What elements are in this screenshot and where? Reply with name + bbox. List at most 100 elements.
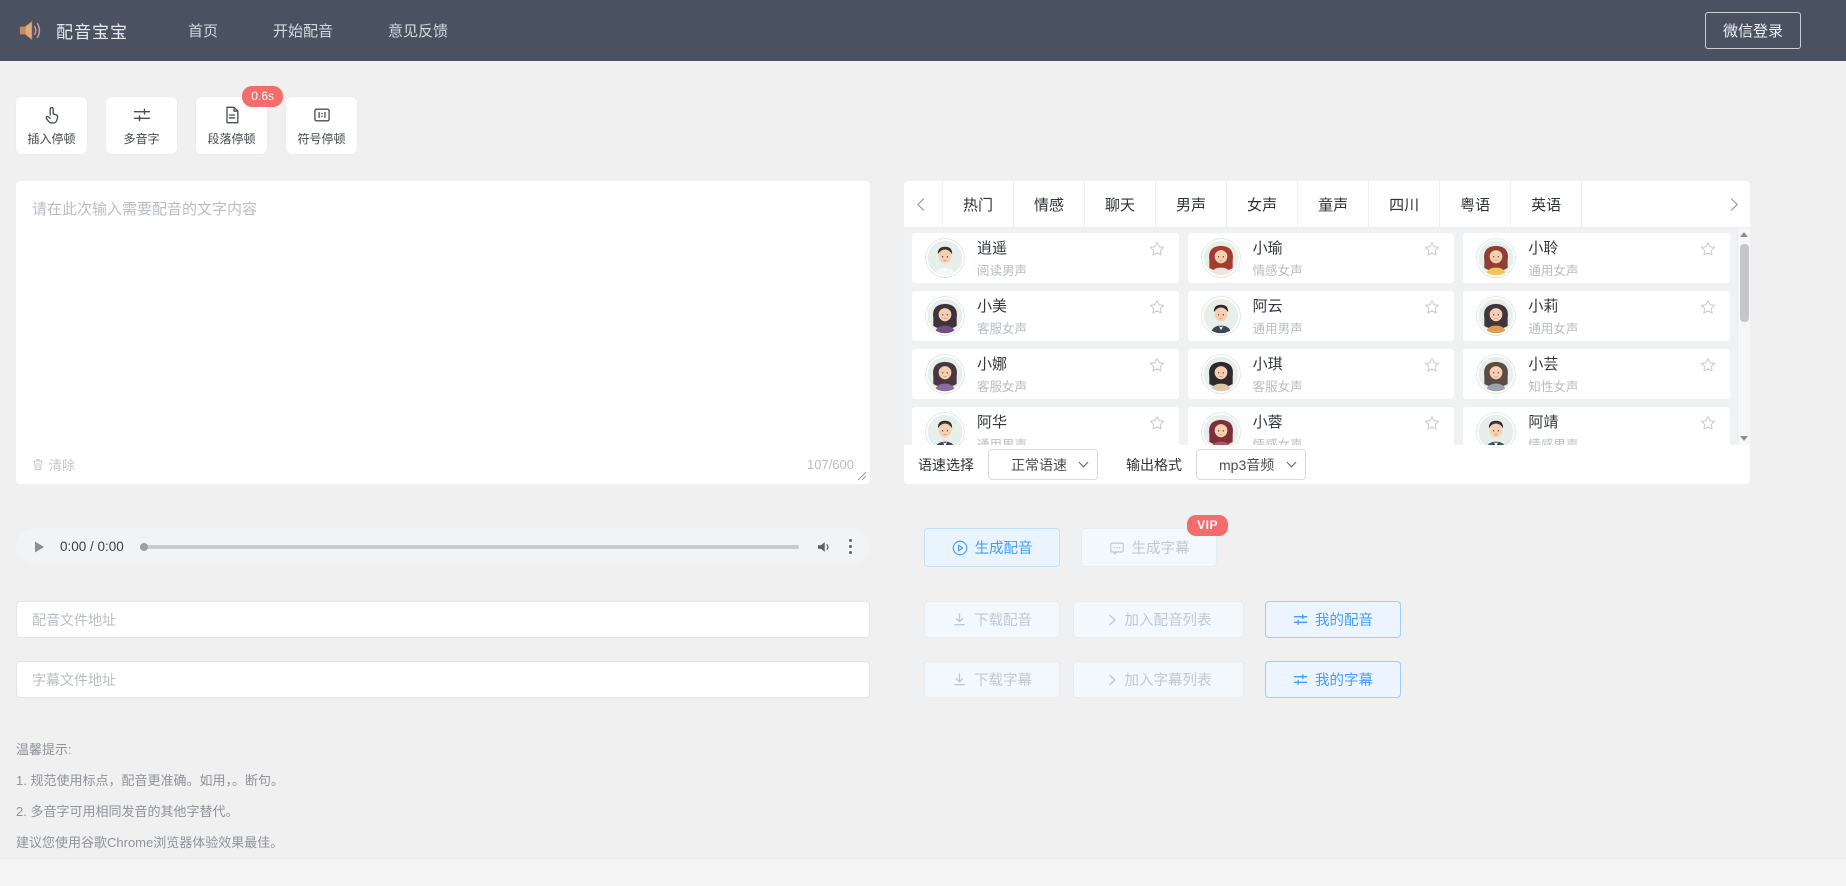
voice-card-1[interactable]: 小瑜 情感女声 <box>1188 233 1455 283</box>
voice-card-3[interactable]: 小美 客服女声 <box>912 291 1179 341</box>
toolbar-button-2[interactable]: 0.6s 段落停顿 <box>196 97 267 154</box>
voice-name: 小琪 <box>1253 353 1303 374</box>
voice-card-6[interactable]: 小娜 客服女声 <box>912 349 1179 399</box>
play-circle-icon <box>952 540 968 556</box>
voice-type: 通用女声 <box>1528 260 1578 279</box>
voice-card-4[interactable]: 阿云 通用男声 <box>1188 291 1455 341</box>
voice-tab-8[interactable]: 英语 <box>1511 181 1582 227</box>
my-subtitle-button[interactable]: 我的字幕 <box>1265 661 1401 698</box>
voice-card-10[interactable]: 小蓉 情感女声 <box>1188 407 1455 445</box>
voice-card-8[interactable]: 小芸 知性女声 <box>1463 349 1730 399</box>
voice-card-5[interactable]: 小莉 通用女声 <box>1463 291 1730 341</box>
vip-badge: VIP <box>1187 515 1228 536</box>
voice-list-scrollbar[interactable] <box>1737 228 1750 445</box>
nav-link-1[interactable]: 开始配音 <box>273 20 333 41</box>
toolbar-button-label: 多音字 <box>123 130 159 147</box>
add-to-subtitle-list-button[interactable]: 加入字幕列表 <box>1073 661 1244 698</box>
favorite-star-icon[interactable] <box>1699 298 1717 316</box>
scroll-up-icon[interactable] <box>1738 228 1751 241</box>
volume-icon[interactable] <box>815 538 833 556</box>
voice-type: 通用男声 <box>977 434 1027 445</box>
subtitle-url-input[interactable] <box>16 661 870 698</box>
voice-tab-4[interactable]: 女声 <box>1227 181 1298 227</box>
document-icon <box>222 105 242 125</box>
voice-name: 阿华 <box>977 411 1027 432</box>
speed-label: 语速选择 <box>918 455 974 475</box>
play-icon[interactable] <box>32 540 46 554</box>
voice-tab-2[interactable]: 聊天 <box>1085 181 1156 227</box>
dubbing-text-input[interactable] <box>16 181 870 433</box>
voice-card-2[interactable]: 小聆 通用女声 <box>1463 233 1730 283</box>
char-counter: 107/600 <box>807 457 854 472</box>
favorite-star-icon[interactable] <box>1148 414 1166 432</box>
tabs-scroll-left-icon[interactable] <box>904 181 942 227</box>
voice-name: 阿云 <box>1253 295 1303 316</box>
scroll-down-icon[interactable] <box>1738 432 1751 445</box>
tip-line-0: 1. 规范使用标点，配音更准确。如用，。断句。 <box>16 770 1846 789</box>
duration-badge: 0.6s <box>242 86 283 107</box>
favorite-star-icon[interactable] <box>1148 240 1166 258</box>
generate-audio-button[interactable]: 生成配音 <box>924 528 1060 567</box>
voice-tab-1[interactable]: 情感 <box>1014 181 1085 227</box>
toolbar-button-3[interactable]: 符号停顿 <box>286 97 357 154</box>
add-to-audio-list-button[interactable]: 加入配音列表 <box>1073 601 1244 638</box>
subtitle-bubble-icon <box>1109 540 1125 556</box>
tips-section: 温馨提示: 1. 规范使用标点，配音更准确。如用，。断句。2. 多音字可用相同发… <box>16 739 1846 851</box>
toolbar-button-0[interactable]: 插入停顿 <box>16 97 87 154</box>
resize-handle[interactable] <box>857 471 867 481</box>
favorite-star-icon[interactable] <box>1148 298 1166 316</box>
favorite-star-icon[interactable] <box>1699 356 1717 374</box>
voice-tab-3[interactable]: 男声 <box>1156 181 1227 227</box>
voice-tab-7[interactable]: 粤语 <box>1440 181 1511 227</box>
wechat-login-button[interactable]: 微信登录 <box>1705 12 1801 49</box>
speed-select[interactable]: 正常语速 <box>988 449 1098 480</box>
format-select[interactable]: mp3音频 <box>1196 449 1306 480</box>
toolbar-button-label: 符号停顿 <box>297 130 345 147</box>
footer <box>0 858 1846 886</box>
download-audio-button[interactable]: 下载配音 <box>924 601 1060 638</box>
tabs-scroll-right-icon[interactable] <box>1712 181 1750 227</box>
voice-tab-5[interactable]: 童声 <box>1298 181 1369 227</box>
voice-avatar <box>1476 412 1516 445</box>
voice-tab-6[interactable]: 四川 <box>1369 181 1440 227</box>
player-seekbar[interactable] <box>140 545 799 549</box>
trash-icon <box>32 458 44 471</box>
audio-player: 0:00 / 0:00 <box>16 528 870 565</box>
voice-list: 逍遥 阅读男声 小瑜 情感女声 小聆 通用女声 <box>904 228 1750 445</box>
toolbar-button-label: 段落停顿 <box>207 130 255 147</box>
voice-name: 小美 <box>977 295 1027 316</box>
voice-card-11[interactable]: 阿靖 情感男声 <box>1463 407 1730 445</box>
voice-avatar <box>1476 354 1516 394</box>
favorite-star-icon[interactable] <box>1699 240 1717 258</box>
player-menu-icon[interactable] <box>847 537 855 557</box>
voice-tab-0[interactable]: 热门 <box>942 181 1014 227</box>
voice-card-0[interactable]: 逍遥 阅读男声 <box>912 233 1179 283</box>
voice-type: 客服女声 <box>977 318 1027 337</box>
nav-link-0[interactable]: 首页 <box>188 20 218 41</box>
toolbar-button-1[interactable]: 多音字 <box>106 97 177 154</box>
voice-type: 情感女声 <box>1253 434 1303 445</box>
my-audio-button[interactable]: 我的配音 <box>1265 601 1401 638</box>
download-subtitle-button[interactable]: 下载字幕 <box>924 661 1060 698</box>
voice-card-7[interactable]: 小琪 客服女声 <box>1188 349 1455 399</box>
voice-avatar <box>925 412 965 445</box>
text-editor-panel: 清除 107/600 <box>16 181 870 484</box>
sliders-icon <box>132 105 152 125</box>
favorite-star-icon[interactable] <box>1148 356 1166 374</box>
favorite-star-icon[interactable] <box>1699 414 1717 432</box>
voice-card-9[interactable]: 阿华 通用男声 <box>912 407 1179 445</box>
favorite-star-icon[interactable] <box>1423 414 1441 432</box>
voice-type: 通用男声 <box>1253 318 1303 337</box>
favorite-star-icon[interactable] <box>1423 298 1441 316</box>
voice-name: 小瑜 <box>1253 237 1303 258</box>
voice-type: 客服女声 <box>977 376 1027 395</box>
favorite-star-icon[interactable] <box>1423 240 1441 258</box>
scrollbar-thumb[interactable] <box>1740 244 1749 322</box>
nav-link-2[interactable]: 意见反馈 <box>388 20 448 41</box>
audio-url-input[interactable] <box>16 601 870 638</box>
favorite-star-icon[interactable] <box>1423 356 1441 374</box>
voice-avatar <box>1476 238 1516 278</box>
clear-text-label: 清除 <box>49 455 75 474</box>
clear-text-button[interactable]: 清除 <box>32 455 75 474</box>
main-content: 插入停顿 多音字 0.6s 段落停顿 符号停顿 清除 107/600 <box>0 61 1846 851</box>
